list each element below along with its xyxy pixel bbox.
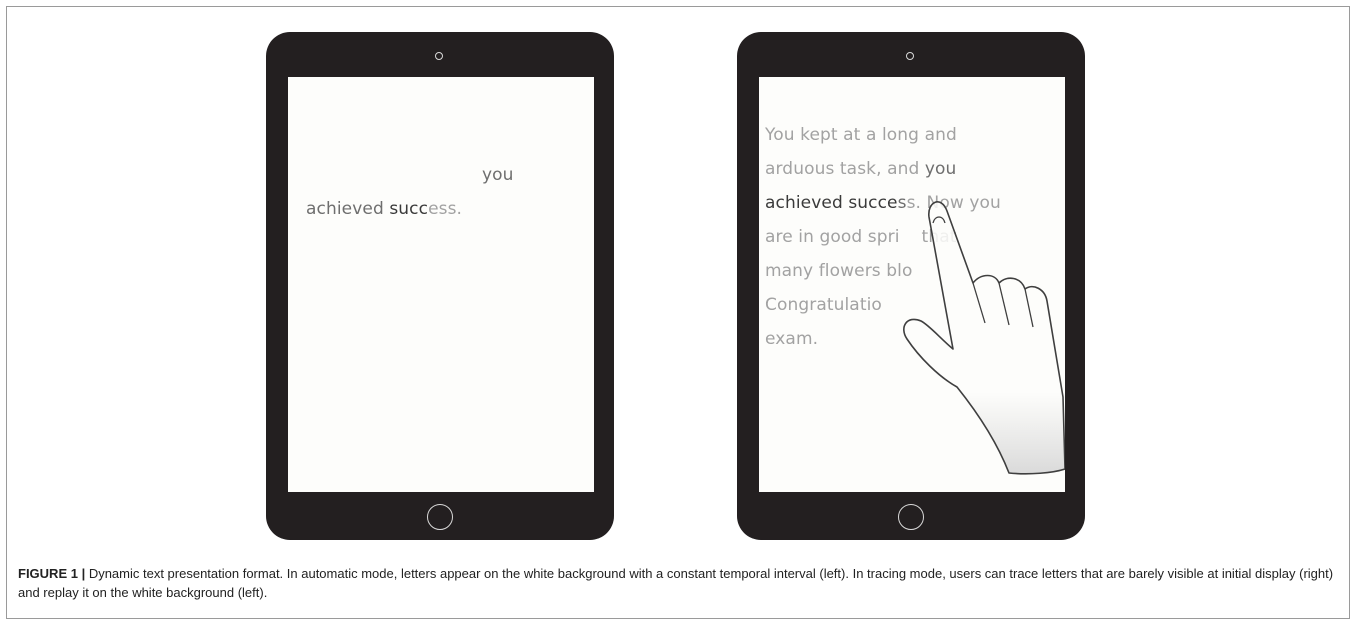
pointing-hand-icon [903,201,1065,475]
screen-text-fragment: you [482,165,514,185]
caption-text: Dynamic text presentation format. In aut… [18,566,1334,600]
figure-label: FIGURE 1 | [18,566,86,581]
right-tablet: You kept at a long and arduous task, and… [737,32,1085,540]
left-screen-line-1: you [482,165,514,185]
right-tablet-screen: You kept at a long and arduous task, and… [759,77,1065,492]
figure-frame [6,6,1350,619]
left-tablet: you achieved success. [266,32,614,540]
home-button-icon [427,504,453,530]
left-screen-line-2: achieved success. [306,199,462,219]
screen-text-fragment: achieved [306,199,390,219]
figure-caption: FIGURE 1 | Dynamic text presentation for… [18,564,1338,602]
home-button-icon [898,504,924,530]
camera-icon [435,52,443,60]
left-tablet-screen: you achieved success. [288,77,594,492]
screen-text-fragment: succ [389,199,429,219]
screen-text-fragment: ess. [428,199,463,219]
camera-icon [906,52,914,60]
